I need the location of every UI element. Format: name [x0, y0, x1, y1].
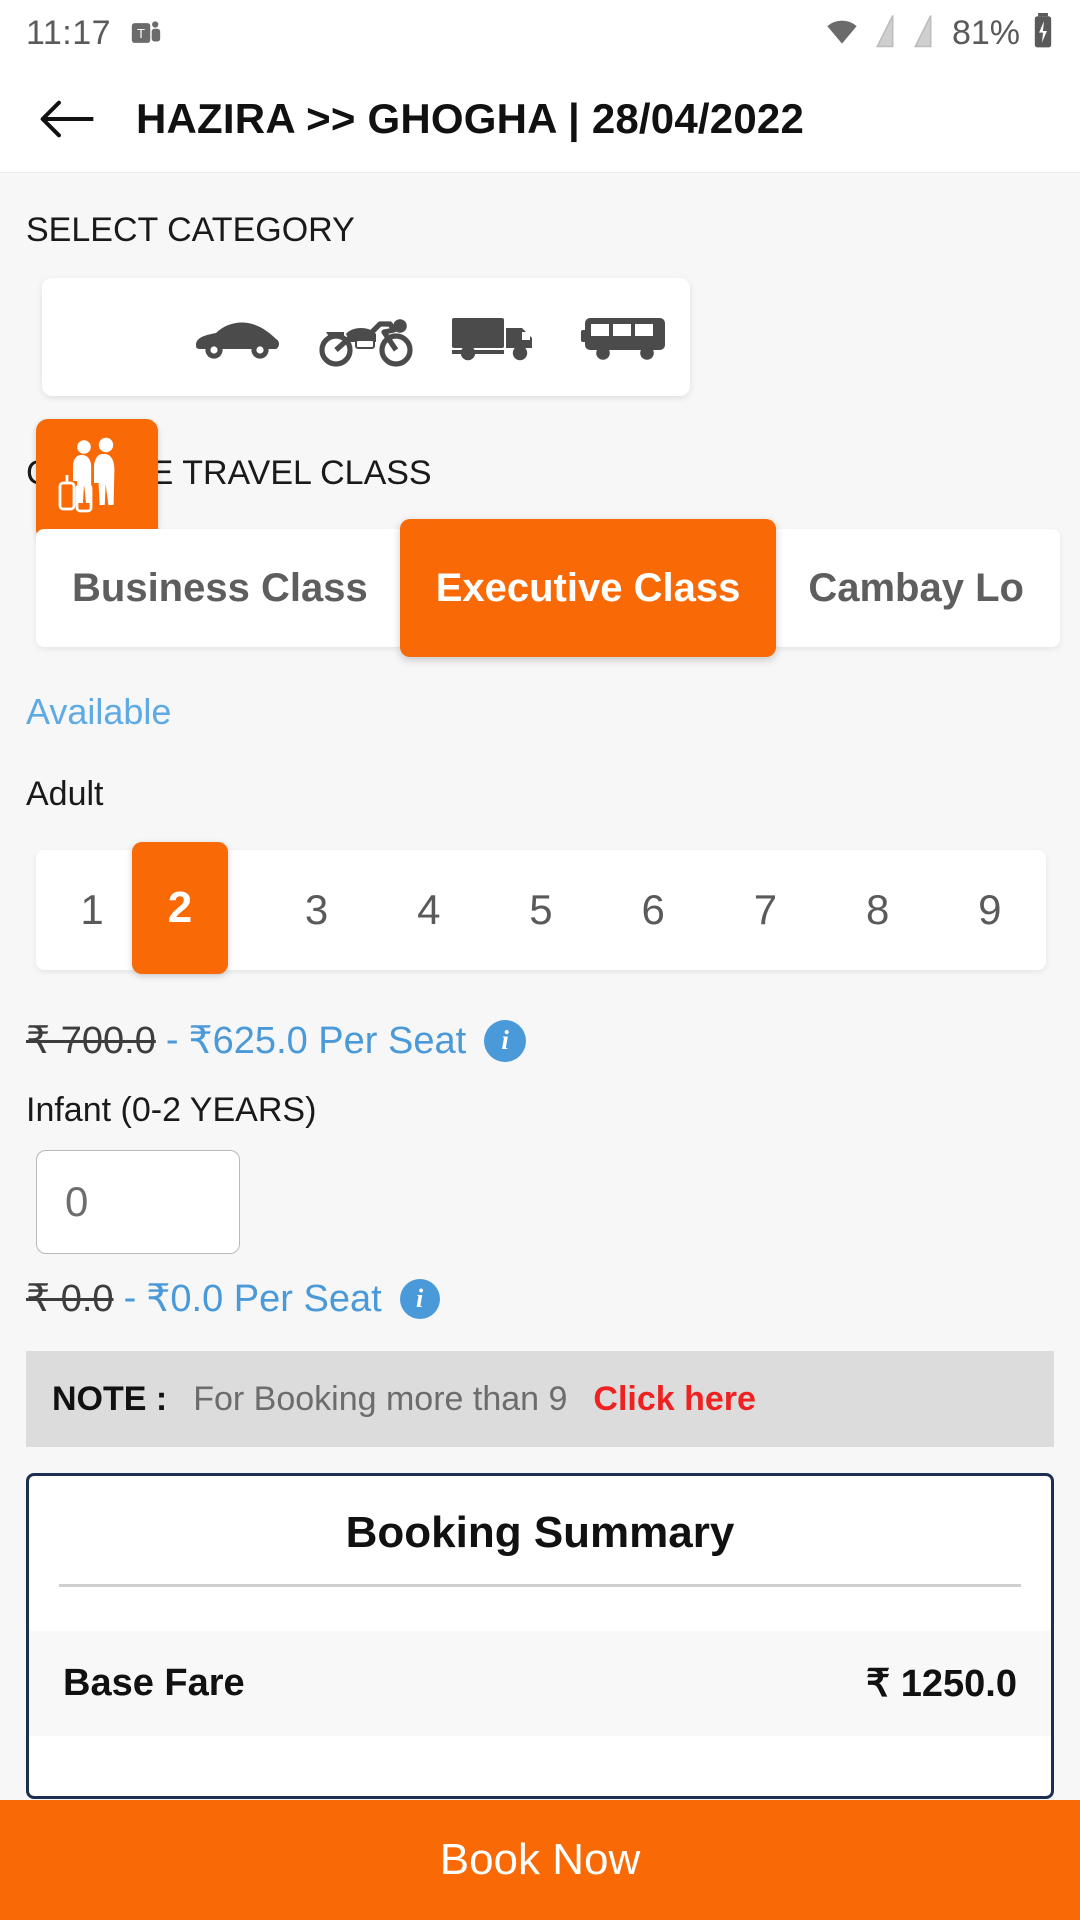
booking-summary-title: Booking Summary	[345, 1508, 735, 1557]
note-key: NOTE :	[52, 1379, 168, 1418]
status-icons: 81%	[824, 12, 1054, 54]
adult-price-discounted: ₹625.0 Per Seat	[188, 1020, 467, 1062]
category-item-bus[interactable]	[560, 278, 690, 396]
app-bar: HAZIRA >> GHOGHA | 28/04/2022	[0, 66, 1080, 173]
adult-count-selector: 1 3 4 5 6 7 8 9 2	[0, 842, 1080, 992]
booking-summary-spacer	[29, 1587, 1051, 1631]
adult-price-separator: -	[165, 1019, 179, 1061]
wifi-icon	[824, 17, 860, 50]
note-banner: NOTE : For Booking more than 9 Click her…	[26, 1351, 1054, 1447]
info-icon[interactable]: i	[484, 1019, 527, 1062]
book-now-button[interactable]: Book Now	[0, 1800, 1080, 1920]
choose-travel-class-label: CHOOSE TRAVEL CLASS	[26, 454, 432, 492]
availability-status: Available	[26, 691, 172, 732]
adult-count-5[interactable]: 5	[485, 886, 597, 934]
travel-class-tabs: Business Class Executive Class Cambay Lo	[0, 519, 1080, 657]
summary-row-value: ₹ 1250.0	[866, 1663, 1017, 1705]
adult-count-8[interactable]: 8	[822, 886, 934, 934]
svg-text:T: T	[137, 26, 145, 41]
infant-count-input[interactable]: 0	[36, 1150, 240, 1254]
table-row-partial	[29, 1736, 1051, 1796]
app-root: 11:17 T 81% HAZIRA >> GHOGHA | 28/04/202…	[0, 0, 1080, 1920]
microsoft-teams-icon: T	[129, 16, 163, 50]
tab-business-class[interactable]: Business Class	[36, 529, 404, 647]
category-selector	[42, 278, 690, 396]
status-bar: 11:17 T 81%	[0, 0, 1080, 66]
adult-count-9[interactable]: 9	[934, 886, 1046, 934]
category-item-passenger[interactable]	[42, 278, 172, 396]
infant-price-discounted: ₹0.0 Per Seat	[146, 1278, 382, 1320]
adult-count-3[interactable]: 3	[260, 886, 372, 934]
category-item-motorcycle[interactable]	[301, 278, 431, 396]
sim-signal-icon	[872, 14, 898, 53]
passengers-icon	[56, 435, 138, 526]
adult-count-4[interactable]: 4	[373, 886, 485, 934]
adult-count-6[interactable]: 6	[597, 886, 709, 934]
note-click-here-link[interactable]: Click here	[593, 1380, 756, 1419]
category-item-car[interactable]	[172, 278, 302, 396]
status-time: 11:17	[26, 13, 112, 52]
adult-count-selected[interactable]: 2	[132, 842, 228, 974]
summary-row-label: Base Fare	[63, 1662, 245, 1704]
page-body: SELECT CATEGORY CHOOSE TRAVEL CLASS Busi…	[0, 173, 1080, 1920]
battery-percent: 81%	[951, 13, 1020, 52]
adult-label: Adult	[26, 775, 104, 813]
tab-cambay-lounge[interactable]: Cambay Lo	[772, 529, 1060, 647]
tab-executive-class[interactable]: Executive Class	[399, 519, 777, 657]
back-arrow-icon[interactable]	[36, 87, 100, 151]
infant-label: Infant (0-2 YEARS)	[26, 1091, 317, 1129]
adult-count-7[interactable]: 7	[709, 886, 821, 934]
note-text: For Booking more than 9	[193, 1379, 568, 1418]
adult-price-original: ₹ 700.0	[26, 1020, 156, 1062]
select-category-label: SELECT CATEGORY	[26, 211, 355, 249]
infant-price-row: ₹ 0.0 - ₹0.0 Per Seat i	[0, 1276, 1080, 1321]
category-item-truck[interactable]	[431, 278, 561, 396]
adult-price-row: ₹ 700.0 - ₹625.0 Per Seat i	[0, 1018, 1080, 1063]
sim-signal-icon	[910, 14, 936, 53]
page-title: HAZIRA >> GHOGHA | 28/04/2022	[136, 95, 805, 142]
infant-price-original: ₹ 0.0	[26, 1278, 114, 1320]
infant-price-separator: -	[123, 1277, 137, 1319]
booking-summary-card: Booking Summary Base Fare ₹ 1250.0	[26, 1473, 1054, 1799]
info-icon[interactable]: i	[399, 1278, 440, 1319]
battery-charging-icon	[1032, 12, 1054, 54]
table-row: Base Fare ₹ 1250.0	[29, 1631, 1051, 1736]
